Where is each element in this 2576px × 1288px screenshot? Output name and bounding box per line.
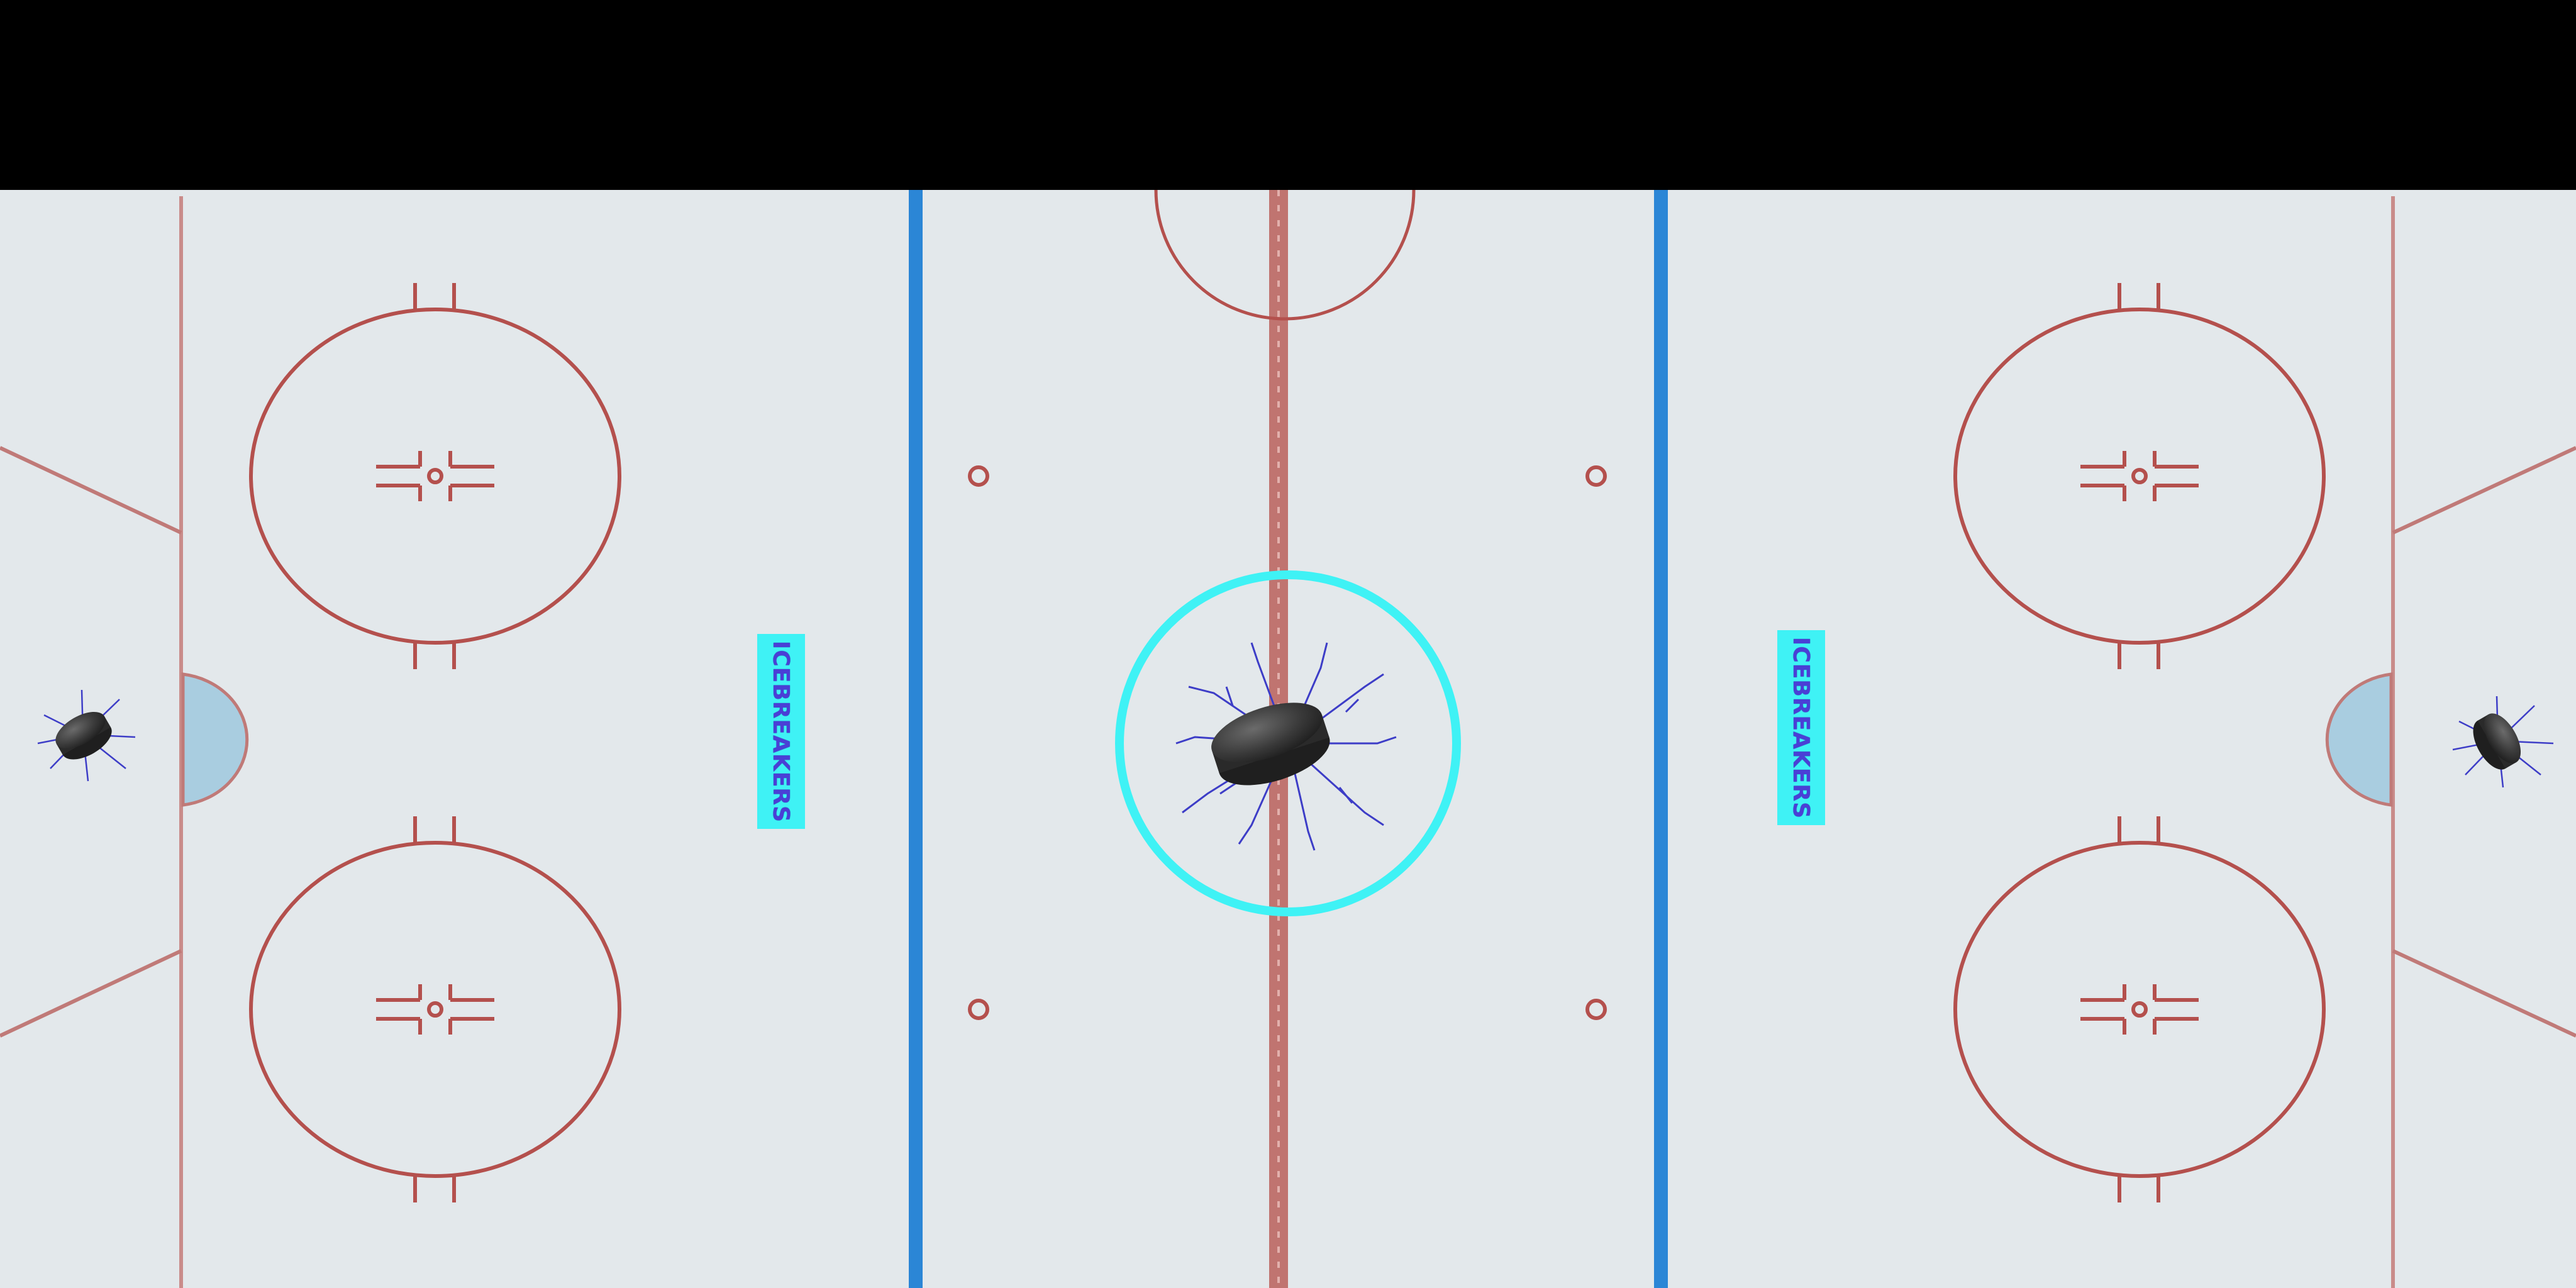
faceoff-circle-right-top [1953,283,2326,669]
rink-markings [0,190,2576,1288]
right-goal-crease [2325,672,2393,807]
right-trapezoid-top [2392,446,2576,535]
neutral-dot-left-top [968,465,989,487]
neutral-dot-right-top [1585,465,1607,487]
right-blue-line [1654,190,1668,1288]
team-sign-left-text: ICEBREAKERS [768,640,794,823]
right-trapezoid-bottom [2392,949,2576,1038]
left-goal-crease [181,672,249,807]
left-blue-line [909,190,923,1288]
top-black-bar [0,0,2576,190]
center-puck-icon[interactable] [1204,691,1337,797]
team-sign-right-text: ICEBREAKERS [1788,636,1814,819]
left-trapezoid-bottom [0,949,182,1038]
team-sign-right: ICEBREAKERS [1777,630,1825,825]
neutral-dot-right-bottom [1585,999,1607,1020]
faceoff-circle-left-bottom [249,816,621,1202]
team-sign-left: ICEBREAKERS [757,634,805,829]
neutral-dot-left-bottom [968,999,989,1020]
left-trapezoid-top [0,446,182,535]
faceoff-circle-right-bottom [1953,816,2326,1202]
faceoff-circle-left-top [249,283,621,669]
hockey-rink: ICEBREAKERS ICEBREAKERS [0,190,2576,1288]
